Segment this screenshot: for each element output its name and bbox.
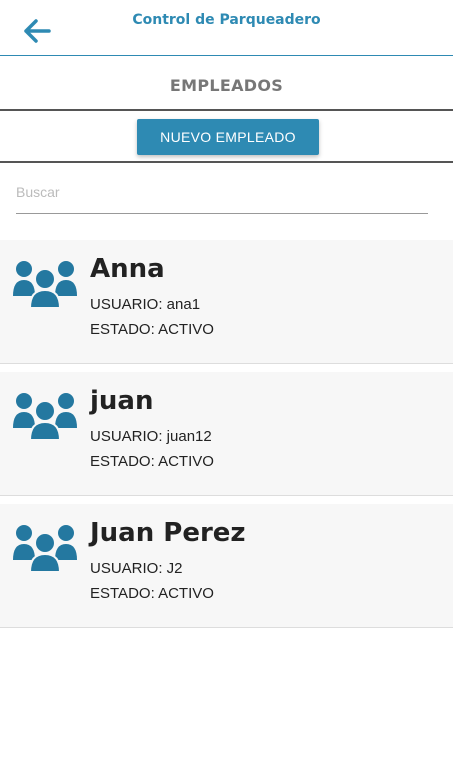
- new-employee-button[interactable]: NUEVO EMPLEADO: [137, 119, 319, 155]
- employee-status: ESTADO: ACTIVO: [90, 585, 214, 602]
- employee-status: ESTADO: ACTIVO: [90, 453, 214, 470]
- employee-list: Anna USUARIO: ana1 ESTADO: ACTIVO juan U…: [0, 240, 453, 636]
- divider-top: [0, 109, 453, 111]
- people-group-icon: [13, 261, 77, 308]
- app-header: Control de Parqueadero: [0, 0, 453, 56]
- employee-card[interactable]: Anna USUARIO: ana1 ESTADO: ACTIVO: [0, 240, 453, 364]
- employee-username: USUARIO: J2: [90, 560, 183, 577]
- employee-card[interactable]: juan USUARIO: juan12 ESTADO: ACTIVO: [0, 372, 453, 496]
- people-group-icon: [13, 393, 77, 440]
- employee-name: Juan Perez: [90, 518, 246, 548]
- divider-bottom: [0, 161, 453, 163]
- employee-username: USUARIO: juan12: [90, 428, 212, 445]
- people-group-icon: [13, 525, 77, 572]
- employee-name: Anna: [90, 254, 165, 284]
- search-field: [16, 176, 428, 214]
- employee-name: juan: [90, 386, 154, 416]
- employee-username: USUARIO: ana1: [90, 296, 201, 313]
- employee-card[interactable]: Juan Perez USUARIO: J2 ESTADO: ACTIVO: [0, 504, 453, 628]
- app-title: Control de Parqueadero: [132, 12, 321, 28]
- page-title: EMPLEADOS: [169, 76, 284, 95]
- employee-status: ESTADO: ACTIVO: [90, 321, 214, 338]
- search-input[interactable]: [16, 176, 428, 208]
